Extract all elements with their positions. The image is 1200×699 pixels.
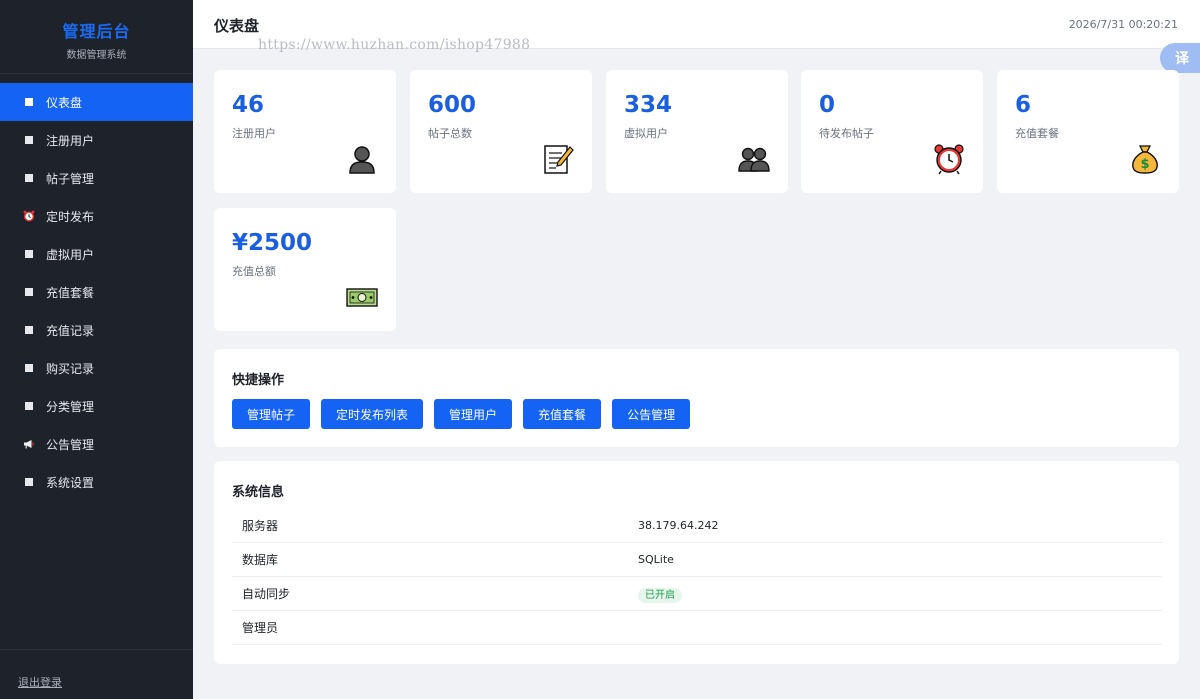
sidebar-item-virtual-users[interactable]: 虚拟用户 xyxy=(0,235,193,273)
sidebar-footer: 退出登录 xyxy=(0,649,193,699)
stat-value: ¥2500 xyxy=(232,230,313,256)
stat-label: 帖子总数 xyxy=(428,127,472,140)
square-icon xyxy=(23,400,35,412)
brand-subtitle: 数据管理系统 xyxy=(66,50,127,61)
info-key: 数据库 xyxy=(242,553,279,567)
stat-value: 6 xyxy=(1015,92,1032,118)
square-icon xyxy=(23,324,35,336)
table-row: 服务器 38.179.64.242 xyxy=(232,509,1162,543)
table-row: 自动同步 已开启 xyxy=(232,577,1162,611)
brand: 管理后台 数据管理系统 xyxy=(0,0,193,74)
square-icon xyxy=(23,362,35,374)
sidebar-item-purchase-records[interactable]: 购买记录 xyxy=(0,349,193,387)
info-value: SQLite xyxy=(638,553,674,566)
status-badge: 已开启 xyxy=(638,588,682,603)
sidebar-item-label: 帖子管理 xyxy=(46,171,95,186)
system-info-title: 系统信息 xyxy=(232,485,285,500)
sidebar-item-label: 分类管理 xyxy=(46,399,95,414)
sidebar-item-label: 注册用户 xyxy=(46,133,95,148)
sidebar-item-posts[interactable]: 帖子管理 xyxy=(0,159,193,197)
svg-text:$: $ xyxy=(1140,157,1149,172)
system-info-table: 服务器 38.179.64.242 数据库 SQLite 自动同步 已开启 管理… xyxy=(232,509,1162,645)
stat-value: 0 xyxy=(819,92,836,118)
brand-title: 管理后台 xyxy=(62,22,131,41)
sidebar: 管理后台 数据管理系统 仪表盘 注册用户 帖子管理 定时发布 虚拟用户 充值套餐 xyxy=(0,0,193,699)
info-value: 已开启 xyxy=(638,586,682,603)
user-icon xyxy=(349,146,375,174)
sidebar-item-label: 系统设置 xyxy=(46,475,95,490)
sidebar-item-registered-users[interactable]: 注册用户 xyxy=(0,121,193,159)
stat-card-total-recharge: ¥2500 充值总额 xyxy=(214,208,396,331)
manage-users-button[interactable]: 管理用户 xyxy=(434,399,513,429)
sidebar-item-scheduled[interactable]: 定时发布 xyxy=(0,197,193,235)
stat-card-virtual-users: 334 虚拟用户 xyxy=(606,70,788,193)
sidebar-item-label: 定时发布 xyxy=(46,209,95,224)
info-key: 自动同步 xyxy=(242,587,291,601)
sidebar-item-dashboard[interactable]: 仪表盘 xyxy=(0,83,193,121)
sidebar-nav: 仪表盘 注册用户 帖子管理 定时发布 虚拟用户 充值套餐 充值记录 购买记录 分… xyxy=(0,83,193,501)
stat-card-recharge-packages: 6 充值套餐 $ xyxy=(997,70,1179,193)
logout-link[interactable]: 退出登录 xyxy=(18,674,62,690)
sidebar-item-categories[interactable]: 分类管理 xyxy=(0,387,193,425)
translate-button[interactable]: 译 xyxy=(1160,43,1200,73)
memo-icon xyxy=(544,145,574,174)
system-info-panel: 系统信息 服务器 38.179.64.242 数据库 SQLite 自动同步 已… xyxy=(214,461,1179,664)
sidebar-item-label: 充值套餐 xyxy=(46,285,95,300)
sidebar-item-recharge-packages[interactable]: 充值套餐 xyxy=(0,273,193,311)
sidebar-item-label: 充值记录 xyxy=(46,323,95,338)
current-time: 2026/7/31 00:20:21 xyxy=(1068,18,1178,31)
stat-label: 注册用户 xyxy=(232,127,276,140)
sidebar-item-label: 购买记录 xyxy=(46,361,95,376)
square-icon xyxy=(23,96,35,108)
stat-value: 334 xyxy=(624,92,673,118)
quick-actions-buttons: 管理帖子 定时发布列表 管理用户 充值套餐 公告管理 xyxy=(232,399,691,429)
announcements-button[interactable]: 公告管理 xyxy=(612,399,691,429)
stat-card-pending-posts: 0 待发布帖子 xyxy=(801,70,983,193)
banknote-icon xyxy=(346,288,378,307)
quick-actions-panel: 快捷操作 管理帖子 定时发布列表 管理用户 充值套餐 公告管理 xyxy=(214,349,1179,447)
users-icon xyxy=(738,147,770,172)
sidebar-item-label: 公告管理 xyxy=(46,437,95,452)
square-icon xyxy=(23,248,35,260)
stat-card-total-posts: 600 帖子总数 xyxy=(410,70,592,193)
page-title: 仪表盘 xyxy=(214,17,260,35)
info-key: 服务器 xyxy=(242,519,279,533)
stat-label: 充值套餐 xyxy=(1015,127,1059,140)
stat-card-registered-users: 46 注册用户 xyxy=(214,70,396,193)
sidebar-item-recharge-records[interactable]: 充值记录 xyxy=(0,311,193,349)
alarm-clock-icon xyxy=(934,144,964,175)
stat-label: 充值总额 xyxy=(232,265,276,278)
square-icon xyxy=(23,476,35,488)
alarm-clock-icon xyxy=(23,210,35,222)
stat-value: 46 xyxy=(232,92,265,118)
sidebar-item-label: 仪表盘 xyxy=(46,95,83,110)
stat-label: 待发布帖子 xyxy=(819,127,874,140)
recharge-packages-button[interactable]: 充值套餐 xyxy=(523,399,602,429)
megaphone-icon xyxy=(23,438,35,450)
square-icon xyxy=(23,172,35,184)
sidebar-item-label: 虚拟用户 xyxy=(46,247,95,262)
square-icon xyxy=(23,286,35,298)
table-row: 数据库 SQLite xyxy=(232,543,1162,577)
scheduled-list-button[interactable]: 定时发布列表 xyxy=(321,399,424,429)
stat-value: 600 xyxy=(428,92,477,118)
sidebar-item-announcements[interactable]: 公告管理 xyxy=(0,425,193,463)
manage-posts-button[interactable]: 管理帖子 xyxy=(232,399,311,429)
watermark: https://www.huzhan.com/ishop47988 xyxy=(258,37,531,53)
money-bag-icon: $ xyxy=(1132,145,1158,174)
info-value: 38.179.64.242 xyxy=(638,519,719,532)
quick-actions-title: 快捷操作 xyxy=(232,373,285,388)
info-key: 管理员 xyxy=(242,621,279,635)
sidebar-item-settings[interactable]: 系统设置 xyxy=(0,463,193,501)
square-icon xyxy=(23,134,35,146)
table-row: 管理员 xyxy=(232,611,1162,645)
stat-label: 虚拟用户 xyxy=(624,127,668,140)
